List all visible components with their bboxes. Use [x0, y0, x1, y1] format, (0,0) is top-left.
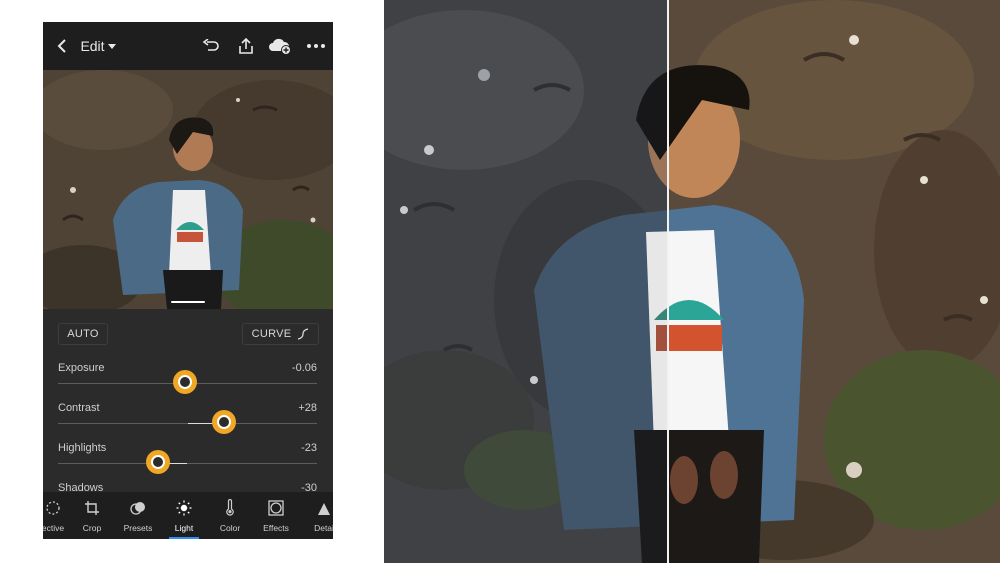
crop-icon	[85, 501, 99, 515]
tab-label: Crop	[82, 523, 102, 533]
sun-icon	[176, 500, 192, 516]
slider-label: Shadows	[58, 482, 104, 492]
slider-knob[interactable]	[145, 450, 170, 474]
cloud-sync-button[interactable]	[266, 32, 294, 60]
tab-label: Color	[219, 523, 241, 533]
tab-label: Light	[174, 523, 194, 533]
panel-drag-handle[interactable]	[171, 301, 205, 303]
shadows-slider[interactable]: Shadows -30	[58, 482, 317, 492]
selective-icon	[46, 501, 60, 515]
tool-tab-bar: ective Crop Presets Light Color Effects …	[43, 492, 333, 539]
edit-mode-dropdown[interactable]: Edit	[79, 32, 117, 60]
curve-icon	[298, 328, 309, 340]
before-after-image	[384, 0, 1000, 563]
slider-label: Contrast	[58, 402, 100, 414]
tab-label: ective	[43, 523, 65, 533]
tab-detail[interactable]: Detai	[301, 492, 333, 539]
tab-crop[interactable]: Crop	[69, 492, 115, 539]
share-button[interactable]	[234, 32, 258, 60]
light-adjustment-panel: AUTO CURVE Exposure -0.06 Contrast +28 H…	[43, 309, 333, 492]
slider-knob[interactable]	[172, 370, 197, 394]
contrast-slider[interactable]: Contrast +28	[58, 402, 317, 442]
exposure-slider[interactable]: Exposure -0.06	[58, 362, 317, 402]
share-icon	[239, 37, 253, 54]
tab-label: Effects	[263, 523, 289, 533]
tab-label: Detai	[314, 523, 333, 533]
active-tab-indicator	[169, 537, 199, 539]
photo-preview-image	[43, 70, 333, 309]
more-options-button[interactable]	[303, 32, 329, 60]
phone-screen: Edit AUTO CURVE Exposure -0.06 Contrast …	[43, 22, 333, 539]
effects-icon	[268, 500, 284, 516]
slider-value: -0.06	[291, 362, 317, 374]
cloud-add-icon	[269, 38, 291, 55]
photo-preview[interactable]	[43, 70, 333, 309]
edit-mode-label: Edit	[80, 38, 105, 54]
slider-label: Highlights	[58, 442, 107, 454]
tab-light[interactable]: Light	[161, 492, 207, 539]
caret-down-icon	[107, 43, 116, 49]
tab-label: Presets	[123, 523, 153, 533]
detail-icon	[318, 503, 330, 515]
curve-button[interactable]: CURVE	[242, 323, 319, 345]
curve-label: CURVE	[251, 328, 292, 340]
back-chevron-icon	[57, 39, 66, 53]
highlights-slider[interactable]: Highlights -23	[58, 442, 317, 482]
slider-value: +28	[298, 402, 317, 414]
slider-track[interactable]	[58, 463, 317, 464]
slider-label: Exposure	[58, 362, 105, 374]
tab-color[interactable]: Color	[207, 492, 253, 539]
presets-icon	[130, 502, 145, 515]
before-after-divider[interactable]	[667, 0, 669, 563]
slider-knob[interactable]	[211, 410, 236, 434]
before-after-comparison	[384, 0, 1000, 563]
undo-button[interactable]	[199, 32, 223, 60]
slider-value: -23	[301, 442, 317, 454]
top-bar: Edit	[43, 22, 333, 70]
undo-icon	[202, 39, 219, 51]
tab-presets[interactable]: Presets	[115, 492, 161, 539]
more-icon	[307, 44, 325, 48]
back-button[interactable]	[49, 32, 75, 60]
slider-value: -30	[301, 482, 317, 492]
thermometer-icon	[226, 499, 234, 516]
tab-effects[interactable]: Effects	[253, 492, 299, 539]
auto-button[interactable]: AUTO	[58, 323, 108, 345]
